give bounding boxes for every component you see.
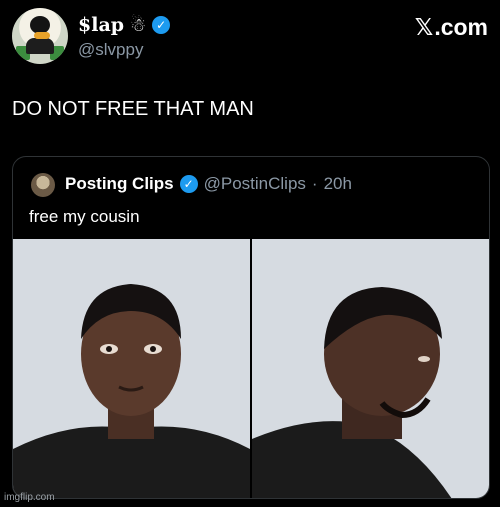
quoted-tweet-card[interactable]: Posting Clips ✓ @PostinClips · 20h free … [12,156,490,499]
quoted-author-avatar[interactable] [31,173,55,197]
author-name-row: $lap ☃ ✓ [78,14,171,36]
quoted-author-row: Posting Clips ✓ @PostinClips · 20h [65,174,352,194]
x-domain-label: .com [434,14,488,40]
quoted-media[interactable] [13,239,489,498]
duck-body-icon [26,38,54,54]
author-display-name[interactable]: $lap [78,14,124,36]
mugshot-front-image [13,284,250,498]
x-logo-icon: 𝕏 [414,15,434,41]
quoted-tweet-text: free my cousin [29,207,140,226]
separator-dot: · [311,174,318,193]
verified-badge-icon: ✓ [179,175,198,193]
duck-beak-icon [34,32,50,39]
x-logo: 𝕏.com [415,14,488,41]
snowman-emoji: ☃ [130,14,147,35]
tweet-header: $lap ☃ ✓ @slvppy 𝕏.com [12,8,488,64]
author-handle[interactable]: @slvppy [78,40,143,60]
author-avatar[interactable] [12,8,68,64]
mugshot-profile-photo[interactable] [252,239,489,498]
quoted-timestamp[interactable]: 20h [324,174,352,194]
verified-badge-icon: ✓ [152,16,171,34]
imgflip-watermark: imgflip.com [4,492,55,503]
mugshot-profile-image [252,287,452,498]
quoted-handle[interactable]: @PostinClips [204,174,306,194]
tweet-text: DO NOT FREE THAT MAN [12,98,254,120]
quoted-display-name[interactable]: Posting Clips [65,174,174,194]
mugshot-front-photo[interactable] [13,239,250,498]
